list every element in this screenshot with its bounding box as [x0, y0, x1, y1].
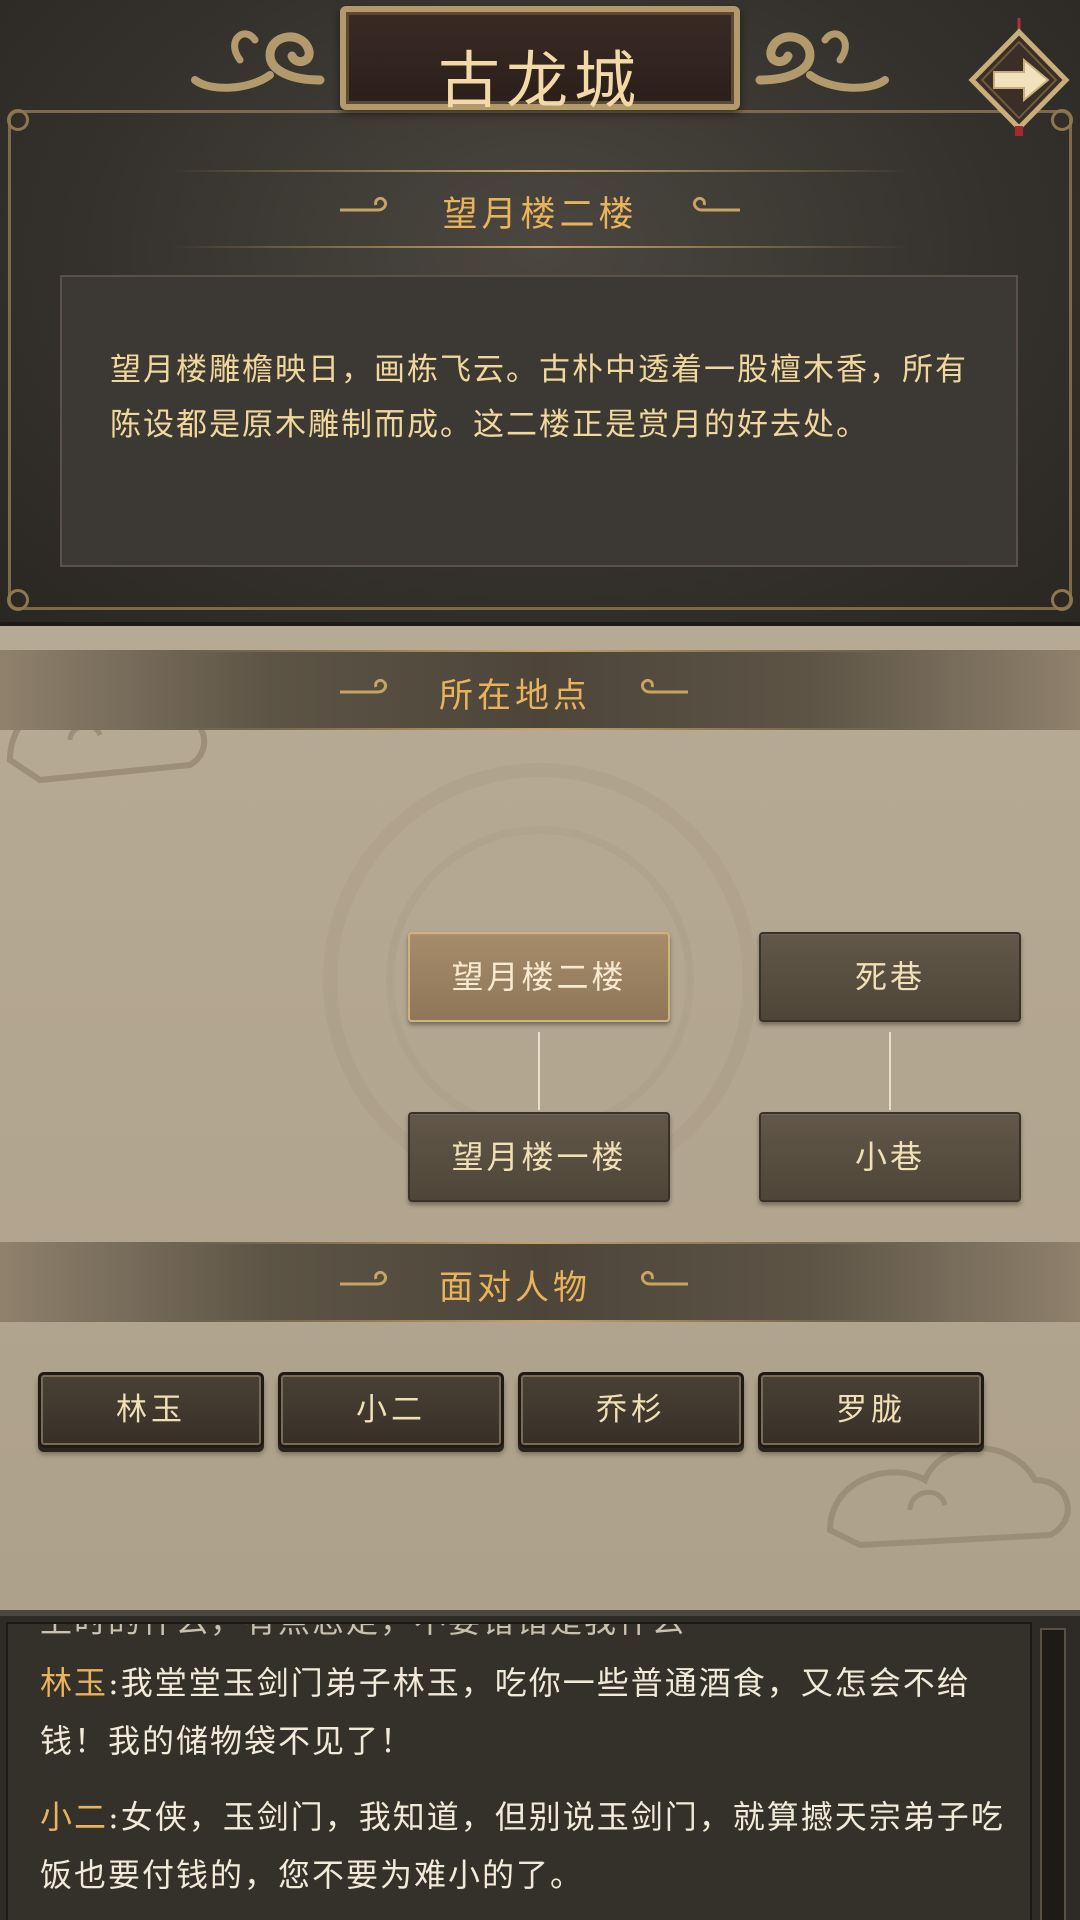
path-connector — [889, 1032, 891, 1110]
log-line: 上时的什么，有点恋走，不要错错是我什么 — [40, 1624, 1030, 1650]
log-line: 林玉:我堂堂玉剑门弟子林玉，吃你一些普通酒食，又怎会不给钱！我的储物袋不见了！ — [40, 1654, 1030, 1770]
swirl-left-icon — [340, 1270, 388, 1286]
path-connector — [538, 1032, 540, 1110]
character-button[interactable]: 小二 — [278, 1372, 504, 1448]
city-title-plate: 古龙城 — [340, 6, 740, 117]
city-title: 古龙城 — [437, 44, 642, 117]
swirl-right-icon — [640, 1270, 688, 1286]
log-text: :我堂堂玉剑门弟子林玉，吃你一些普通酒食，又怎会不给钱！我的储物袋不见了！ — [40, 1664, 971, 1760]
location-node[interactable]: 望月楼一楼 — [408, 1112, 670, 1202]
location-section-title: 所在地点 — [439, 676, 591, 716]
swirl-left-icon — [340, 678, 388, 694]
divider — [170, 170, 910, 172]
log-text: 上时的什么，有点恋走，不要错错是我什么 — [40, 1624, 686, 1640]
frame-corner — [7, 589, 29, 611]
location-node[interactable]: 小巷 — [759, 1112, 1021, 1202]
cloud-scroll-ornament-right — [755, 30, 889, 92]
characters-section-title: 面对人物 — [439, 1268, 591, 1308]
divider — [180, 650, 900, 652]
divider — [170, 246, 910, 248]
speaker-name[interactable]: 小二 — [40, 1798, 108, 1836]
divider — [180, 728, 900, 730]
speaker-name[interactable]: 林玉 — [40, 1664, 108, 1702]
location-node[interactable]: 死巷 — [759, 932, 1021, 1022]
frame-corner — [1051, 589, 1073, 611]
divider — [180, 1320, 900, 1322]
location-node-current[interactable]: 望月楼二楼 — [408, 932, 670, 1022]
game-screen: 古龙城 望月楼二楼 望月楼雕檐映日，画栋飞云。古朴中透着一股檀木香，所有陈设都是… — [0, 0, 1080, 1920]
dialogue-log-panel: 上时的什么，有点恋走，不要错错是我什么 林玉:我堂堂玉剑门弟子林玉，吃你一些普通… — [0, 1610, 1080, 1920]
dialogue-log[interactable]: 上时的什么，有点恋走，不要错错是我什么 林玉:我堂堂玉剑门弟子林玉，吃你一些普通… — [6, 1622, 1032, 1920]
log-line: 小二:女侠，玉剑门，我知道，但别说玉剑门，就算撼天宗弟子吃饭也要付钱的，您不要为… — [40, 1788, 1030, 1904]
scene-header: 望月楼二楼 — [0, 168, 1080, 248]
location-section-header: 所在地点 — [0, 650, 1080, 730]
next-arrow-button[interactable] — [962, 18, 1080, 136]
scene-title: 望月楼二楼 — [442, 195, 638, 235]
divider — [180, 1242, 900, 1244]
characters-section-header: 面对人物 — [0, 1242, 1080, 1322]
location-info-panel: 古龙城 望月楼二楼 望月楼雕檐映日，画栋飞云。古朴中透着一股檀木香，所有陈设都是… — [0, 0, 1080, 626]
scene-description-box: 望月楼雕檐映日，画栋飞云。古朴中透着一股檀木香，所有陈设都是原木雕制而成。这二楼… — [60, 275, 1018, 567]
frame-corner — [7, 109, 29, 131]
swirl-right-icon — [640, 678, 688, 694]
character-button[interactable]: 罗胧 — [758, 1372, 984, 1448]
character-button[interactable]: 乔杉 — [518, 1372, 744, 1448]
log-text: :女侠，玉剑门，我知道，但别说玉剑门，就算撼天宗弟子吃饭也要付钱的，您不要为难小… — [40, 1798, 1005, 1894]
character-button[interactable]: 林玉 — [38, 1372, 264, 1448]
log-scrollbar[interactable] — [1040, 1628, 1066, 1920]
scene-description: 望月楼雕檐映日，画栋飞云。古朴中透着一股檀木香，所有陈设都是原木雕制而成。这二楼… — [110, 352, 968, 443]
cloud-scroll-ornament-left — [191, 30, 325, 92]
